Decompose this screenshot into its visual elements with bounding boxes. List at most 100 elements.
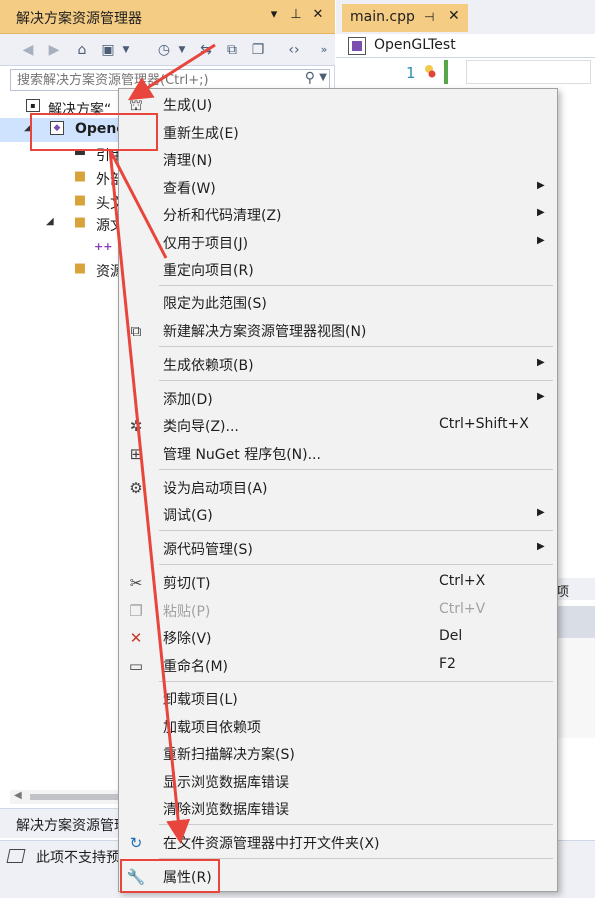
menu-item-shortcut: Del bbox=[439, 628, 463, 644]
tab-solution-explorer[interactable]: 解决方案资源管理 bbox=[16, 815, 128, 835]
menu-item-label: 调试(G) bbox=[163, 508, 213, 524]
menu-item-label: 类向导(Z)... bbox=[163, 419, 239, 435]
switch-views-dropdown-icon[interactable]: ▼ bbox=[116, 40, 136, 60]
menu-item-label: 管理 NuGet 程序包(N)... bbox=[163, 447, 321, 463]
open-folder-icon: ↻ bbox=[129, 834, 143, 852]
tab-main-cpp[interactable]: main.cpp ⊣ ✕ bbox=[342, 4, 468, 32]
solution-explorer-titlebar: 解决方案资源管理器 ▾ ⊥ ✕ bbox=[0, 0, 335, 34]
menu-item-shortcut: F2 bbox=[439, 656, 456, 672]
menu-item-label: 仅用于项目(J) bbox=[163, 236, 249, 252]
solution-explorer-title: 解决方案资源管理器 bbox=[16, 11, 142, 27]
search-options-dropdown-icon[interactable]: ▼ bbox=[319, 72, 327, 83]
toolbar-overflow-icon[interactable]: » bbox=[314, 40, 334, 60]
close-icon[interactable]: ✕ bbox=[310, 7, 326, 25]
menu-item-label: 在文件资源管理器中打开文件夹(X) bbox=[163, 836, 380, 852]
submenu-arrow-icon: ▶ bbox=[537, 507, 545, 518]
search-icon[interactable]: ⚲ bbox=[305, 70, 315, 86]
submenu-arrow-icon: ▶ bbox=[537, 357, 545, 368]
cpp-file-icon: ++ bbox=[94, 240, 113, 253]
menu-item-retarget[interactable]: 重定向项目(R) bbox=[119, 256, 557, 283]
gear-icon: ⚙ bbox=[129, 479, 143, 497]
menu-item-label: 清理(N) bbox=[163, 153, 213, 169]
menu-separator bbox=[159, 530, 553, 531]
collapse-arrow-icon[interactable]: ◢ bbox=[46, 216, 54, 227]
menu-item-label: 显示浏览数据库错误 bbox=[163, 775, 289, 791]
menu-item-project-only[interactable]: 仅用于项目(J) ▶ bbox=[119, 229, 557, 256]
menu-item-build-dependencies[interactable]: 生成依赖项(B) ▶ bbox=[119, 351, 557, 378]
build-icon: ⛫ bbox=[129, 96, 143, 114]
home-icon[interactable]: ⌂ bbox=[72, 40, 92, 60]
folder-icon: ■ bbox=[73, 215, 87, 230]
menu-item-rescan-solution[interactable]: 重新扫描解决方案(S) bbox=[119, 740, 557, 767]
menu-item-manage-nuget[interactable]: ⊞ 管理 NuGet 程序包(N)... bbox=[119, 440, 557, 467]
line-number: 1 bbox=[406, 64, 416, 82]
menu-item-load-dependencies[interactable]: 加载项目依赖项 bbox=[119, 713, 557, 740]
menu-item-build[interactable]: ⛫ 生成(U) bbox=[119, 91, 557, 118]
menu-item-label: 剪切(T) bbox=[163, 576, 211, 592]
current-line-highlight[interactable] bbox=[466, 60, 591, 84]
show-all-files-icon[interactable]: ❐ bbox=[248, 40, 268, 60]
menu-item-clear-browse-db-errors[interactable]: 清除浏览数据库错误 bbox=[119, 795, 557, 822]
status-text: 此项不支持预 bbox=[36, 850, 120, 866]
pending-changes-filter-icon[interactable]: ◷ bbox=[154, 40, 174, 60]
pin-icon[interactable]: ⊥ bbox=[288, 7, 304, 25]
menu-item-class-wizard[interactable]: ✲ 类向导(Z)... Ctrl+Shift+X bbox=[119, 412, 557, 439]
menu-separator bbox=[159, 564, 553, 565]
rename-icon: ▭ bbox=[128, 657, 144, 675]
menu-item-label: 移除(V) bbox=[163, 631, 212, 647]
paste-icon: ❐ bbox=[129, 602, 143, 620]
menu-item-label: 生成(U) bbox=[163, 98, 213, 114]
menu-item-open-in-explorer[interactable]: ↻ 在文件资源管理器中打开文件夹(X) bbox=[119, 829, 557, 856]
menu-item-set-startup-project[interactable]: ⚙ 设为启动项目(A) bbox=[119, 474, 557, 501]
menu-item-cut[interactable]: ✂ 剪切(T) Ctrl+X bbox=[119, 569, 557, 596]
tab-pin-icon[interactable]: ⊣ bbox=[424, 10, 434, 24]
submenu-arrow-icon: ▶ bbox=[537, 391, 545, 402]
menu-item-add[interactable]: 添加(D) ▶ bbox=[119, 385, 557, 412]
menu-item-scope-to-this[interactable]: 限定为此范围(S) bbox=[119, 289, 557, 316]
submenu-arrow-icon: ▶ bbox=[537, 541, 545, 552]
menu-item-source-control[interactable]: 源代码管理(S) ▶ bbox=[119, 535, 557, 562]
menu-separator bbox=[159, 285, 553, 286]
back-icon[interactable]: ◀ bbox=[18, 40, 38, 60]
solution-explorer-toolbar: ◀ ▶ ⌂ ▣ ▼ ◷ ▼ ⇆ ⧉ ❐ ‹› » bbox=[0, 34, 335, 66]
change-indicator bbox=[444, 60, 448, 84]
window-position-dropdown-icon[interactable]: ▾ bbox=[266, 7, 282, 25]
menu-item-shortcut: Ctrl+X bbox=[439, 573, 486, 589]
scroll-left-icon[interactable]: ◀ bbox=[14, 790, 22, 801]
menu-item-label: 查看(W) bbox=[163, 181, 216, 197]
lightbulb-error-icon[interactable] bbox=[424, 64, 436, 78]
scissors-icon: ✂ bbox=[129, 574, 143, 592]
menu-item-label: 新建解决方案资源管理器视图(N) bbox=[163, 324, 367, 340]
submenu-arrow-icon: ▶ bbox=[537, 180, 545, 191]
menu-item-analyze-cleanup[interactable]: 分析和代码清理(Z) ▶ bbox=[119, 201, 557, 228]
project-icon bbox=[348, 37, 366, 55]
menu-separator bbox=[159, 346, 553, 347]
menu-item-view[interactable]: 查看(W) ▶ bbox=[119, 174, 557, 201]
status-icon bbox=[6, 849, 26, 863]
menu-item-clean[interactable]: 清理(N) bbox=[119, 146, 557, 173]
filter-dropdown-icon[interactable]: ▼ bbox=[172, 40, 192, 60]
menu-item-label: 清除浏览数据库错误 bbox=[163, 802, 289, 818]
menu-item-label: 重新扫描解决方案(S) bbox=[163, 747, 295, 763]
tab-close-icon[interactable]: ✕ bbox=[448, 8, 460, 24]
remove-icon: ✕ bbox=[129, 629, 143, 647]
editor-tabstrip: main.cpp ⊣ ✕ bbox=[336, 0, 595, 34]
menu-item-rename[interactable]: ▭ 重命名(M) F2 bbox=[119, 652, 557, 679]
menu-item-remove[interactable]: ✕ 移除(V) Del bbox=[119, 624, 557, 651]
solution-explorer-search-input[interactable] bbox=[17, 72, 297, 88]
menu-separator bbox=[159, 469, 553, 470]
switch-views-icon[interactable]: ▣ bbox=[98, 40, 118, 60]
collapse-all-icon[interactable]: ⧉ bbox=[222, 40, 242, 60]
sync-with-active-document-icon[interactable]: ⇆ bbox=[196, 40, 216, 60]
menu-item-unload-project[interactable]: 卸载项目(L) bbox=[119, 685, 557, 712]
project-dropdown[interactable]: OpenGLTest bbox=[374, 37, 456, 53]
menu-item-debug[interactable]: 调试(G) ▶ bbox=[119, 501, 557, 528]
menu-item-show-browse-db-errors[interactable]: 显示浏览数据库错误 bbox=[119, 768, 557, 795]
menu-item-label: 设为启动项目(A) bbox=[163, 481, 268, 497]
view-code-icon[interactable]: ‹› bbox=[284, 40, 304, 60]
menu-item-label: 生成依赖项(B) bbox=[163, 358, 254, 374]
forward-icon[interactable]: ▶ bbox=[44, 40, 64, 60]
menu-item-paste[interactable]: ❐ 粘贴(P) Ctrl+V bbox=[119, 597, 557, 624]
menu-item-new-explorer-view[interactable]: ⧉ 新建解决方案资源管理器视图(N) bbox=[119, 317, 557, 344]
menu-item-rebuild[interactable]: 重新生成(E) bbox=[119, 119, 557, 146]
